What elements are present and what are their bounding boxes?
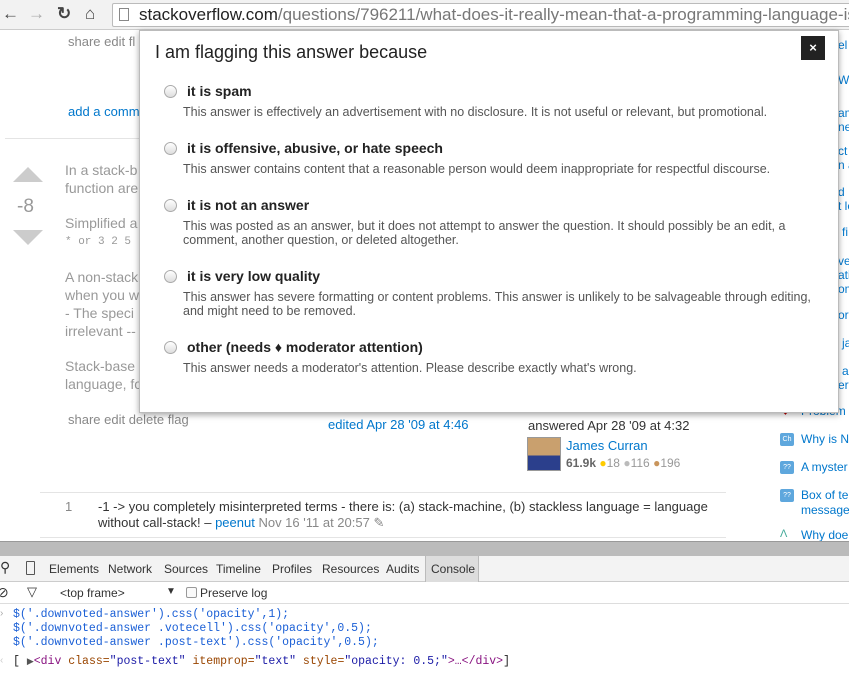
answered-date: answered Apr 28 '09 at 4:32 xyxy=(528,418,690,433)
tab-audits[interactable]: Audits xyxy=(386,562,419,576)
preserve-log-checkbox[interactable] xyxy=(186,587,197,598)
post-text: Stack-base xyxy=(65,358,136,374)
post-text: Simplified a xyxy=(65,215,138,231)
sidebar-link[interactable]: ne xyxy=(838,120,849,135)
edited-link[interactable]: edited Apr 28 '09 at 4:46 xyxy=(328,417,469,432)
sidebar-link[interactable]: el xyxy=(838,38,847,53)
dropdown-arrow-icon[interactable]: ▼ xyxy=(166,586,176,597)
question-icon: ?? xyxy=(780,461,794,474)
radio-button[interactable] xyxy=(164,270,177,283)
hot-question-link[interactable]: message xyxy=(801,503,849,518)
downvote-icon[interactable] xyxy=(13,230,43,245)
sidebar-link[interactable]: d xyxy=(838,185,845,200)
post-text: when you w xyxy=(65,287,139,303)
comment-score: 1 xyxy=(65,499,73,514)
pencil-icon[interactable]: ✎ xyxy=(373,515,384,530)
avatar[interactable] xyxy=(527,437,561,471)
add-comment-link[interactable]: add a comm xyxy=(68,104,140,119)
radio-button[interactable] xyxy=(164,199,177,212)
tab-network[interactable]: Network xyxy=(108,562,152,576)
console-input: $('.downvoted-answer .post-text').css('o… xyxy=(13,636,379,649)
flag-dialog: I am flagging this answer because × it i… xyxy=(139,30,839,413)
preserve-log-label: Preserve log xyxy=(200,586,268,600)
comment-text: -1 -> you completely misinterpreted term… xyxy=(98,499,708,514)
sidebar-link[interactable]: W xyxy=(838,73,849,88)
post-text: A non-stack xyxy=(65,269,139,285)
tab-profiles[interactable]: Profiles xyxy=(272,562,312,576)
expand-triangle-icon[interactable]: ▶ xyxy=(27,657,34,667)
user-reputation: 61.9k ●18 ●116 ●196 xyxy=(566,456,681,470)
devtools-tabbar: ⚲ Elements Network Sources Timeline Prof… xyxy=(0,556,849,582)
close-button[interactable]: × xyxy=(801,36,825,60)
sidebar-link[interactable]: om xyxy=(838,282,849,297)
post-text: - The speci xyxy=(65,305,134,321)
upvote-icon[interactable] xyxy=(13,167,43,182)
home-icon[interactable]: ⌂ xyxy=(85,4,95,24)
post-code: * or 3 2 5 xyxy=(65,236,132,248)
radio-button[interactable] xyxy=(164,142,177,155)
address-bar[interactable]: stackoverflow.com/questions/796211/what-… xyxy=(112,3,849,27)
divider xyxy=(40,537,726,538)
divider xyxy=(40,492,726,493)
page-icon xyxy=(119,8,129,21)
post-text: In a stack-b xyxy=(65,162,138,178)
output-prompt-icon: ‹ xyxy=(0,655,4,666)
clear-console-icon[interactable]: ⊘ xyxy=(0,584,9,601)
browser-toolbar: ← → ↻ ⌂ stackoverflow.com/questions/7962… xyxy=(0,0,849,30)
console-input: $('.downvoted-answer').css('opacity',1); xyxy=(13,608,290,621)
forward-icon[interactable]: → xyxy=(28,4,45,24)
sidebar-link[interactable]: ve xyxy=(838,254,849,269)
post-text: irrelevant -- xyxy=(65,323,136,339)
sidebar-link[interactable]: n a xyxy=(838,158,849,173)
question-actions[interactable]: share edit fl xyxy=(68,34,135,49)
tab-timeline[interactable]: Timeline xyxy=(216,562,261,576)
sidebar-link[interactable]: ati xyxy=(838,268,849,283)
math-icon: Λ xyxy=(780,528,788,540)
sidebar-link[interactable]: am xyxy=(838,106,849,121)
comment-author-link[interactable]: peenut xyxy=(215,515,255,530)
sidebar-link[interactable]: ja xyxy=(842,336,849,351)
sidebar-link[interactable]: a xyxy=(842,364,849,379)
frame-select[interactable]: <top frame> xyxy=(60,586,125,600)
devtools-resize-handle[interactable] xyxy=(0,541,849,556)
back-icon[interactable]: ← xyxy=(2,4,19,24)
post-text: language, fo xyxy=(65,376,143,392)
hot-question-link[interactable]: Box of te xyxy=(801,488,848,503)
hot-question-link[interactable]: Why is N xyxy=(801,432,849,447)
tab-resources[interactable]: Resources xyxy=(322,562,379,576)
sidebar-link[interactable]: t le xyxy=(838,199,849,214)
gold-badge-icon: ● xyxy=(599,456,607,470)
silver-badge-icon: ● xyxy=(623,456,631,470)
hot-question-link[interactable]: A myster xyxy=(801,460,848,475)
device-mode-icon[interactable] xyxy=(26,561,35,575)
radio-button[interactable] xyxy=(164,341,177,354)
search-icon[interactable]: ⚲ xyxy=(0,559,10,576)
vote-count: -8 xyxy=(17,196,34,217)
tab-sources[interactable]: Sources xyxy=(164,562,208,576)
console-output[interactable]: [ ▶<div class="post-text" itemprop="text… xyxy=(13,655,510,669)
answer-actions[interactable]: share edit delete flag xyxy=(68,412,189,427)
sidebar-link[interactable]: ore xyxy=(838,308,849,323)
filter-icon[interactable]: ▽ xyxy=(27,584,37,600)
question-icon: ?? xyxy=(780,489,794,502)
dialog-title: I am flagging this answer because xyxy=(155,42,428,62)
comment-line2: without call-stack! – peenut Nov 16 '11 … xyxy=(98,515,385,530)
sidebar-link[interactable]: ct xyxy=(838,144,847,159)
reload-icon[interactable]: ↻ xyxy=(57,4,71,24)
sidebar-link[interactable]: er xyxy=(838,378,849,393)
post-text: function are xyxy=(65,180,139,196)
user-name-link[interactable]: James Curran xyxy=(566,438,648,453)
chat-icon: Ch xyxy=(780,433,794,446)
console-toolbar: ⊘ ▽ <top frame> ▼ Preserve log xyxy=(0,582,849,604)
sidebar-link[interactable]: fi xyxy=(842,225,848,240)
input-prompt-icon: › xyxy=(0,608,4,619)
tab-console[interactable]: Console xyxy=(431,562,475,576)
console-input: $('.downvoted-answer .votecell').css('op… xyxy=(13,622,372,635)
comment-date: Nov 16 '11 at 20:57 xyxy=(258,515,370,530)
radio-button[interactable] xyxy=(164,85,177,98)
tab-elements[interactable]: Elements xyxy=(49,562,99,576)
